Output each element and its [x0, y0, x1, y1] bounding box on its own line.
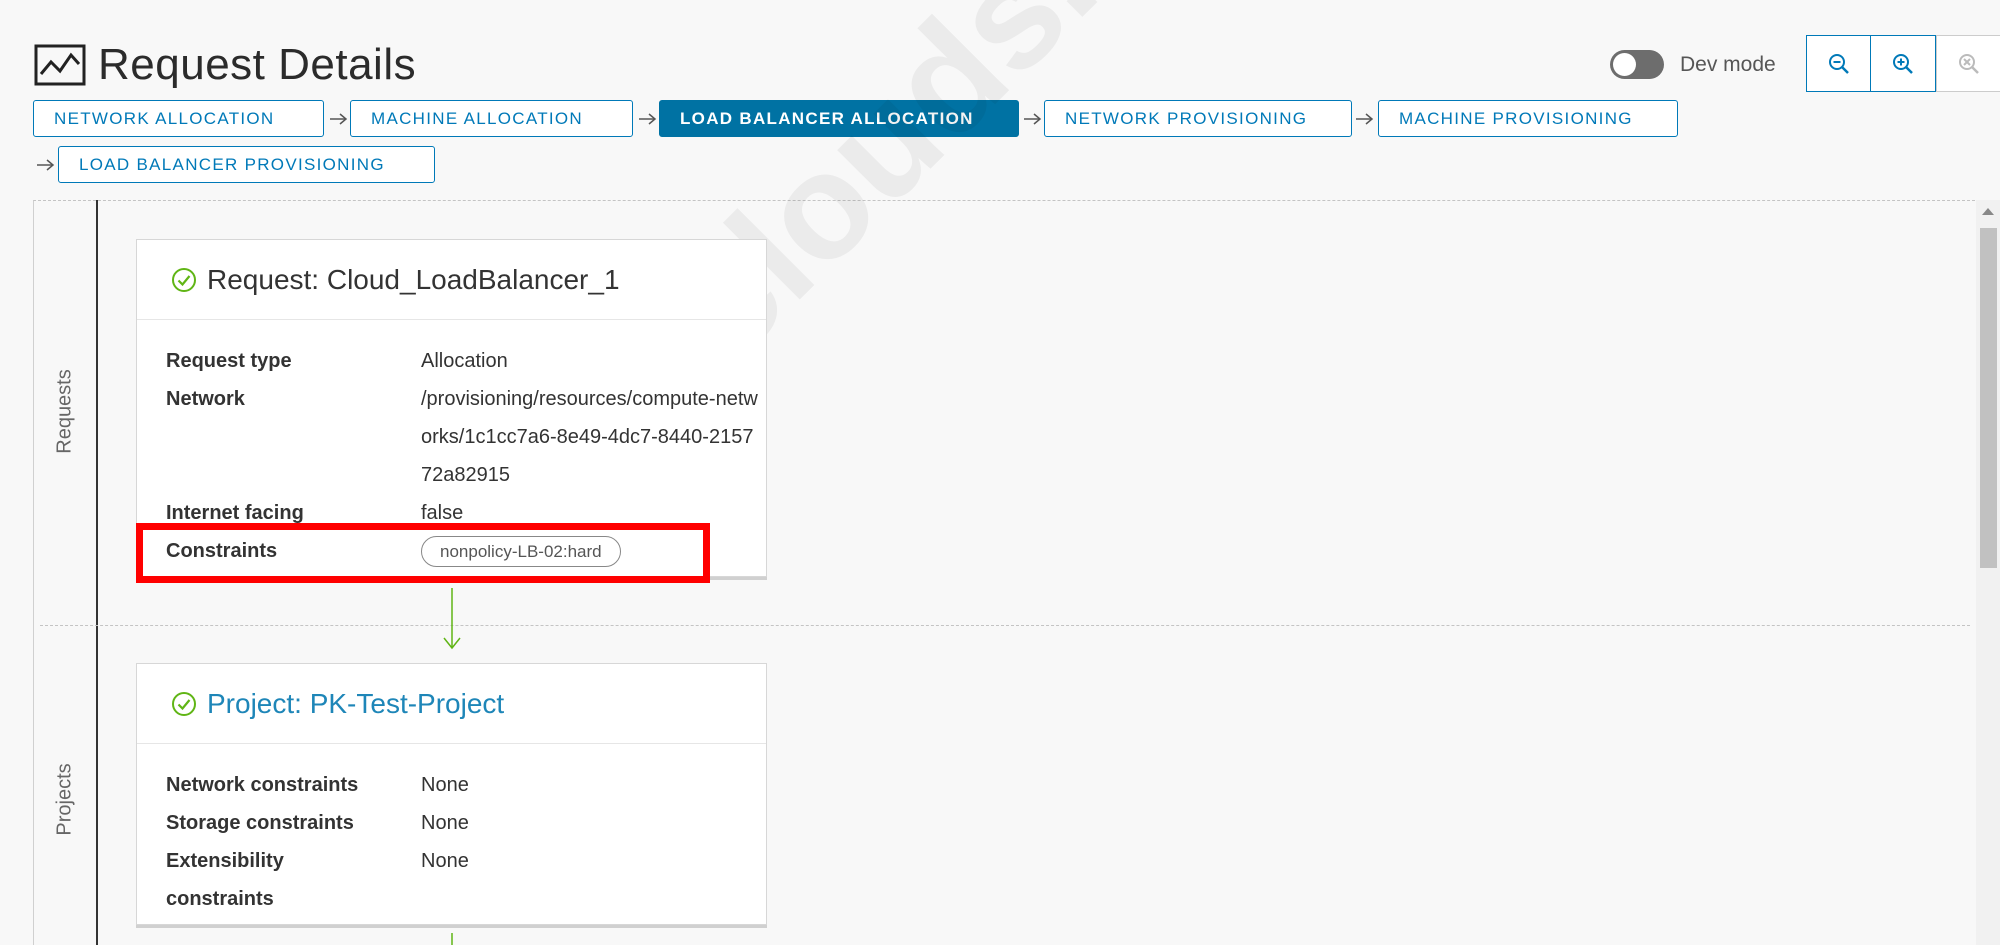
arrow-right-icon — [1024, 113, 1042, 125]
prop-key: Network — [166, 388, 245, 410]
prop-key: Network constraints — [166, 774, 359, 796]
arrow-right-icon — [639, 113, 657, 125]
arrow-right-icon — [37, 159, 55, 171]
prop-key: Storage constraints — [166, 812, 354, 834]
project-card: Project: PK-Test-Project Network constra… — [136, 663, 767, 925]
arrow-right-icon — [1356, 113, 1374, 125]
request-card-header: Request: Cloud_LoadBalancer_1 — [137, 240, 766, 320]
check-circle-icon — [172, 267, 196, 292]
prop-row: Network /provisioning/resources/compute-… — [166, 380, 766, 494]
prop-row: Extensibility constraints None — [166, 842, 766, 918]
prop-value: Allocation — [421, 350, 508, 372]
lane-label-requests: Requests — [53, 369, 76, 454]
vertical-scrollbar[interactable] — [1976, 200, 2000, 945]
step-network-allocation[interactable]: NETWORK ALLOCATION — [33, 100, 324, 137]
prop-key: Extensibility constraints — [166, 850, 284, 910]
lane-divider — [96, 200, 98, 945]
scrollbar-thumb[interactable] — [1980, 228, 1997, 568]
scroll-up-arrow-icon[interactable] — [1982, 208, 1994, 215]
step-network-provisioning[interactable]: NETWORK PROVISIONING — [1044, 100, 1352, 137]
prop-value: None — [421, 812, 469, 834]
step-load-balancer-allocation[interactable]: LOAD BALANCER ALLOCATION — [659, 100, 1019, 137]
prop-value: None — [421, 774, 469, 796]
prop-row: Storage constraints None — [166, 804, 766, 842]
prop-value: /provisioning/resources/compute-networks… — [421, 388, 758, 486]
project-card-title-link[interactable]: Project: PK-Test-Project — [207, 688, 504, 720]
prop-row: Request type Allocation — [166, 342, 766, 380]
project-card-header: Project: PK-Test-Project — [137, 664, 766, 744]
step-load-balancer-provisioning[interactable]: LOAD BALANCER PROVISIONING — [58, 146, 435, 183]
lane-separator — [40, 625, 1970, 626]
arrow-right-icon — [330, 113, 348, 125]
step-machine-allocation[interactable]: MACHINE ALLOCATION — [350, 100, 633, 137]
check-circle-icon — [172, 691, 196, 716]
step-navigation: NETWORK ALLOCATION MACHINE ALLOCATION LO… — [0, 0, 2000, 190]
prop-value: None — [421, 850, 469, 872]
prop-row: Network constraints None — [166, 766, 766, 804]
project-card-body: Network constraints None Storage constra… — [137, 744, 766, 924]
prop-key: Request type — [166, 350, 292, 372]
request-card-title: Request: Cloud_LoadBalancer_1 — [207, 263, 620, 295]
highlight-box — [136, 523, 710, 583]
lane-label-projects: Projects — [53, 763, 76, 836]
step-machine-provisioning[interactable]: MACHINE PROVISIONING — [1378, 100, 1678, 137]
